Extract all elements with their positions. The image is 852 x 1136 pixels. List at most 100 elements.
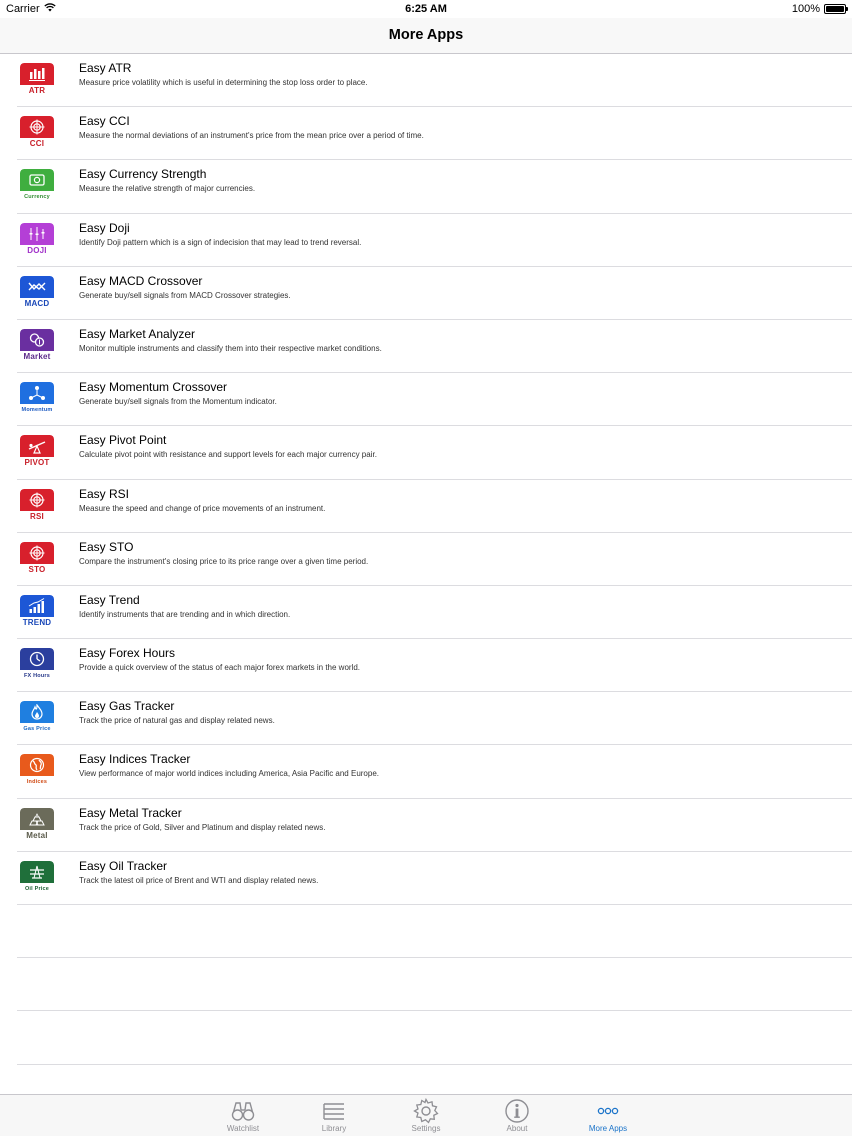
binoculars-icon <box>231 1102 255 1121</box>
app-icon-caption: Currency <box>24 194 50 201</box>
app-title: Easy RSI <box>79 486 130 501</box>
app-title: Easy Forex Hours <box>79 646 176 661</box>
rising-bars-icon <box>20 594 54 617</box>
empty-row <box>17 1011 852 1065</box>
empty-row <box>17 905 852 959</box>
app-row-metal[interactable]: Metal Easy Metal Tracker Track the price o… <box>17 799 852 852</box>
app-icon-caption: FX Hours <box>23 673 51 680</box>
app-row-trend[interactable]: TREND Easy Trend Identify instruments that… <box>17 586 852 640</box>
app-row-currency[interactable]: Currency Easy Currency Strength Measure th… <box>17 160 852 214</box>
target-icon <box>20 488 54 511</box>
page-title: More Apps <box>388 27 464 43</box>
app-row-doji[interactable]: DOJI Easy Doji Identify Doji pattern which… <box>17 214 852 267</box>
app-title: Easy Metal Tracker <box>79 805 182 820</box>
app-title: Easy MACD Crossover <box>79 273 203 288</box>
app-description: Provide a quick overview of the status o… <box>79 663 361 673</box>
app-icon-caption: Oil Price <box>24 885 50 892</box>
app-row-cci[interactable]: CCI Easy CCI Measure the normal deviations… <box>17 107 852 161</box>
app-row-atr[interactable]: ATR Easy ATR Measure price volatility whic… <box>17 54 852 108</box>
app-description: Track the price of Gold, Silver and Plat… <box>79 822 326 832</box>
app-title: Easy Indices Tracker <box>79 752 191 767</box>
app-icon-caption: Gas Price <box>23 726 51 733</box>
app-title: Easy Trend <box>79 592 140 607</box>
app-row-market[interactable]: Market Easy Market Analyzer Monitor multip… <box>17 320 852 374</box>
app-row-macd[interactable]: MACD Easy MACD Crossover Generate buy/sell… <box>17 267 852 320</box>
app-row-rsi[interactable]: RSI Easy RSI Measure the speed and change … <box>17 480 852 533</box>
app-icon: MACD <box>20 275 54 310</box>
oil-rig-icon <box>20 860 54 883</box>
app-title: Easy Currency Strength <box>79 167 207 182</box>
app-icon: PIVOT <box>20 435 54 470</box>
app-icon: Momentum <box>20 382 54 417</box>
tab-library[interactable]: Library <box>299 1095 369 1136</box>
app-description: Measure price volatility which is useful… <box>79 78 368 87</box>
app-title: Easy Momentum Crossover <box>79 380 228 395</box>
more-dots-icon <box>597 1107 619 1115</box>
list-icon <box>323 1103 344 1120</box>
globe-icon <box>20 754 54 777</box>
tab-more-apps[interactable]: More Apps <box>573 1095 643 1136</box>
app-icon-caption: PIVOT <box>24 458 50 468</box>
app-icon-caption: Metal <box>26 830 48 840</box>
app-description: Generate buy/sell signals from the Momen… <box>79 397 277 407</box>
app-title: Easy Pivot Point <box>79 433 167 448</box>
app-description: Monitor multiple instruments and classif… <box>79 343 382 353</box>
app-list[interactable]: ATR Easy ATR Measure price volatility whic… <box>0 54 852 1065</box>
app-icon-caption: ATR <box>28 86 46 95</box>
app-description: Compare the instrument's closing price t… <box>79 556 369 566</box>
target-icon <box>20 541 54 564</box>
app-row-oil-price[interactable]: Oil Price Easy Oil Tracker Track the lates… <box>17 852 852 905</box>
app-icon: FX Hours <box>20 648 54 683</box>
app-description: Measure the relative strength of major c… <box>79 184 256 194</box>
app-row-gas-price[interactable]: Gas Price Easy Gas Tracker Track the price… <box>17 692 852 746</box>
gear-icon <box>413 1098 439 1124</box>
app-description: Identify Doji pattern which is a sign of… <box>79 237 362 247</box>
doji-candles-icon <box>20 222 54 245</box>
app-title: Easy CCI <box>79 114 130 129</box>
app-icon-caption: MACD <box>24 298 50 308</box>
app-row-momentum[interactable]: Momentum Easy Momentum Crossover Generate … <box>17 373 852 427</box>
app-icon-caption: CCI <box>29 139 45 149</box>
battery-percent: 100% <box>791 3 820 15</box>
banknote-icon <box>20 169 54 192</box>
tab-label: Watchlist <box>226 1124 260 1133</box>
app-title: Easy Gas Tracker <box>79 699 175 714</box>
tab-about[interactable]: About <box>482 1095 552 1136</box>
app-row-indices[interactable]: Indices Easy Indices Tracker View performa… <box>17 745 852 799</box>
app-row-sto[interactable]: STO Easy STO Compare the instrument's clos… <box>17 533 852 586</box>
tab-label: Settings <box>411 1124 441 1133</box>
app-icon: Gas Price <box>20 701 54 736</box>
app-icon: Currency <box>20 169 54 204</box>
info-icon <box>505 1099 529 1123</box>
app-icon: DOJI <box>20 222 54 257</box>
tab-label: About <box>506 1124 528 1133</box>
app-description: View performance of major world indices … <box>79 769 379 779</box>
app-icon: Oil Price <box>20 860 54 895</box>
network-nodes-icon <box>20 382 54 405</box>
app-icon: CCI <box>20 116 54 151</box>
app-description: Track the latest oil price of Brent and … <box>79 875 319 885</box>
app-title: Easy Market Analyzer <box>79 326 196 341</box>
app-icon-caption: RSI <box>30 511 44 521</box>
app-icon-caption: STO <box>28 564 46 574</box>
app-title: Easy Doji <box>79 220 130 235</box>
app-row-pivot[interactable]: PIVOT Easy Pivot Point Calculate pivot poi… <box>17 426 852 480</box>
app-description: Identify instruments that are trending a… <box>79 609 291 619</box>
app-description: Calculate pivot point with resistance an… <box>79 450 377 460</box>
candlestick-chart-icon <box>20 63 54 85</box>
tab-bar: Watchlist Library Settings About More Apps <box>0 1094 852 1136</box>
tab-settings[interactable]: Settings <box>391 1095 461 1136</box>
app-icon-caption: TREND <box>22 617 52 627</box>
app-row-fx-hours[interactable]: FX Hours Easy Forex Hours Provide a quick … <box>17 639 852 693</box>
clock-icon <box>20 648 54 671</box>
coins-icon <box>20 328 54 351</box>
app-icon: Indices <box>20 754 54 789</box>
app-icon-caption: Momentum <box>21 407 53 414</box>
tab-watchlist[interactable]: Watchlist <box>208 1095 278 1136</box>
app-description: Track the price of natural gas and displ… <box>79 716 275 726</box>
app-icon: STO <box>20 541 54 576</box>
empty-row <box>17 958 852 1012</box>
app-icon-caption: Market <box>23 351 51 361</box>
app-description: Measure the speed and change of price mo… <box>79 503 326 513</box>
gold-bars-icon <box>20 807 54 830</box>
